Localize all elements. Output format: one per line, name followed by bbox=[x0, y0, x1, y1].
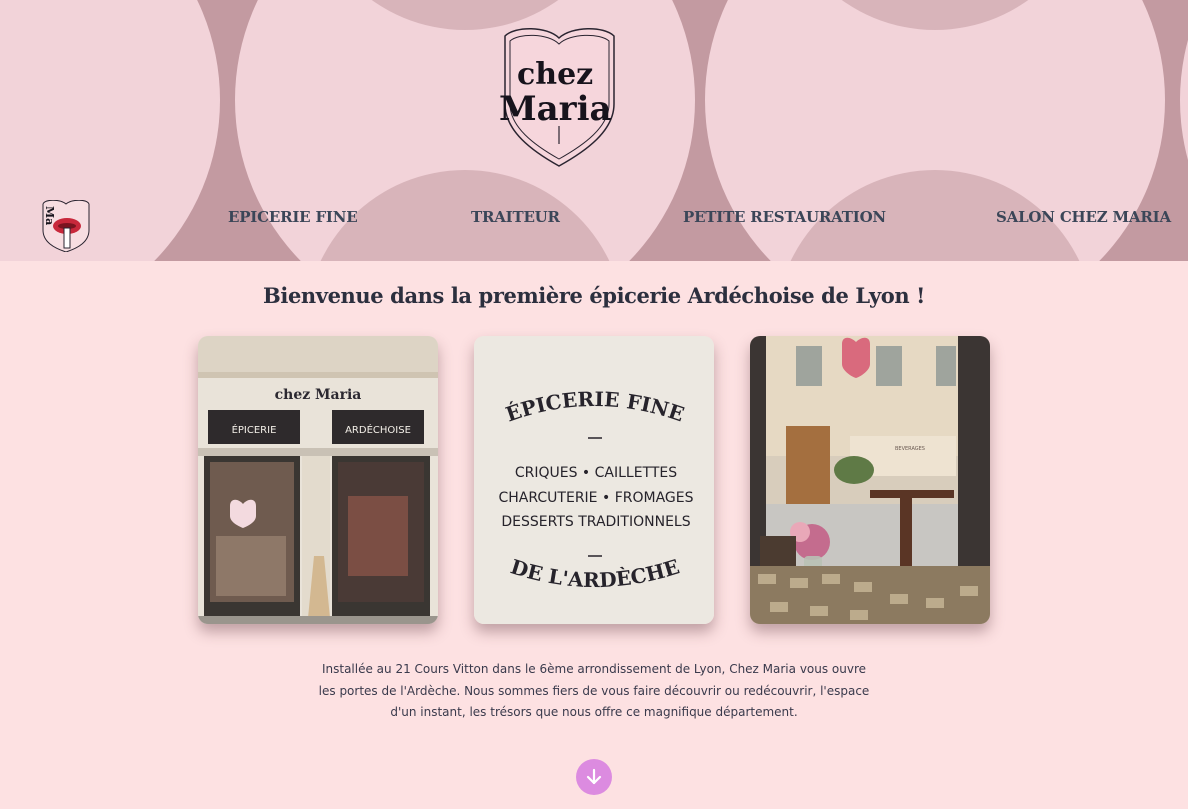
nav-salon-chez-maria[interactable]: SALON CHEZ MARIA bbox=[996, 206, 1171, 228]
small-logo-text: Ma bbox=[43, 206, 56, 225]
nav-petite-restauration[interactable]: PETITE RESTAURATION bbox=[683, 206, 886, 228]
arrow-down-icon bbox=[586, 768, 602, 785]
storefront-window-right: ARDÉCHOISE bbox=[345, 423, 411, 436]
nav-epicerie-fine[interactable]: EPICERIE FINE bbox=[228, 206, 358, 228]
storefront-photo: chez Maria ÉPICERIE ARDÉCHOISE bbox=[198, 336, 438, 624]
scroll-down-button[interactable] bbox=[576, 759, 612, 795]
small-logo[interactable]: Ma bbox=[40, 200, 92, 252]
storefront-sign: chez Maria bbox=[275, 387, 362, 403]
poster-line-3: DESSERTS TRADITIONNELS bbox=[501, 514, 690, 530]
interior-small-sign: BEVERAGES bbox=[895, 446, 925, 452]
poster-line-2: CHARCUTERIE • FROMAGES bbox=[499, 490, 694, 506]
interior-photo: BEVERAGES bbox=[750, 336, 990, 624]
poster-line-1: CRIQUES • CAILLETTES bbox=[515, 465, 677, 481]
logo-text-chez: chez bbox=[517, 57, 593, 92]
poster-photo: ÉPICERIE FINE CRIQUES • CAILLETTES CHARC… bbox=[474, 336, 714, 624]
page-title: Bienvenue dans la première épicerie Ardé… bbox=[263, 283, 925, 308]
site-header: chez Maria Ma EPICERIE FINE TRAITEUR PET… bbox=[0, 0, 1188, 261]
logo-text-maria: Maria bbox=[499, 89, 612, 129]
chez-maria-logo[interactable]: chez Maria bbox=[497, 26, 622, 168]
storefront-window-left: ÉPICERIE bbox=[232, 423, 277, 436]
intro-text: Installée au 21 Cours Vitton dans le 6èm… bbox=[318, 662, 870, 719]
nav-traiteur[interactable]: TRAITEUR bbox=[471, 206, 560, 228]
